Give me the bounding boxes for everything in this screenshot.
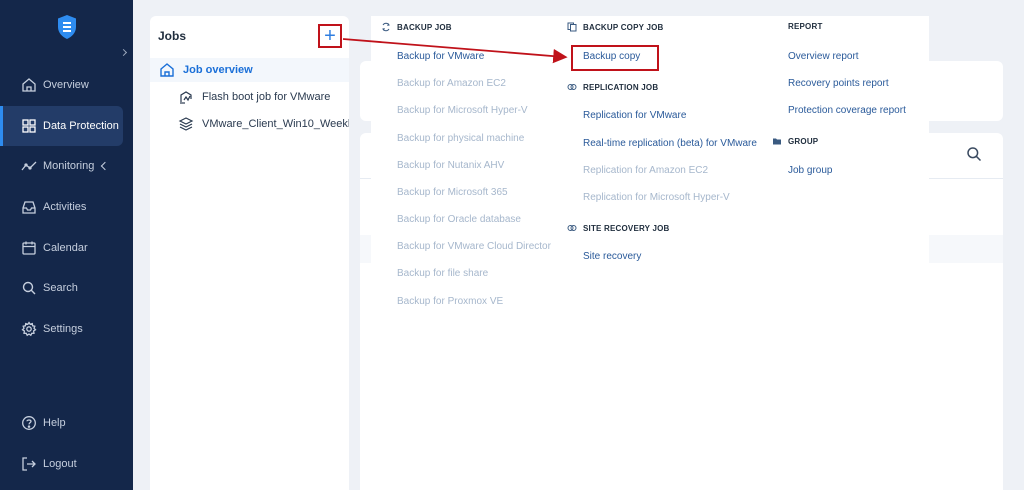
logout-icon [22,457,36,471]
menu-item-backup-file-share[interactable]: Backup for file share [397,268,488,279]
sidebar-item-search[interactable]: Search [0,268,133,308]
sidebar-item-calendar[interactable]: Calendar [0,228,133,268]
sidebar-item-label: Logout [43,458,77,470]
menu-item-backup-oracle[interactable]: Backup for Oracle database [397,214,521,225]
tree-item-label: Job overview [183,64,253,76]
backup-copy-icon [567,22,577,32]
menu-item-backup-amazon-ec2[interactable]: Backup for Amazon EC2 [397,78,506,89]
help-icon [22,416,36,430]
search-icon[interactable] [966,146,982,162]
site-recovery-job-heading: SITE RECOVERY JOB [567,223,670,233]
sidebar-item-settings[interactable]: Settings [0,309,133,349]
sidebar-item-label: Search [43,282,78,294]
menu-item-backup-hyper-v[interactable]: Backup for Microsoft Hyper-V [397,105,528,116]
sidebar-item-label: Settings [43,323,83,335]
folder-icon [773,138,781,145]
tree-item-vmware-client-job[interactable]: VMware_Client_Win10_Weekly_1-4 [178,115,349,133]
trend-icon [21,161,37,171]
home-icon [160,63,174,77]
menu-item-replication-ec2[interactable]: Replication for Amazon EC2 [583,165,708,176]
backup-job-heading: BACKUP JOB [381,22,452,32]
replication-job-heading: REPLICATION JOB [567,82,658,92]
menu-item-protection-coverage-report[interactable]: Protection coverage report [788,105,906,116]
menu-item-realtime-replication[interactable]: Real-time replication (beta) for VMware [583,138,757,149]
sidebar-item-data-protection[interactable]: Data Protection [0,106,123,146]
home-icon [22,78,36,92]
backup-job-stack-icon [178,117,194,131]
search-icon [22,281,36,295]
sidebar-item-label: Calendar [43,242,88,254]
menu-item-backup-physical[interactable]: Backup for physical machine [397,133,524,144]
sidebar-item-overview[interactable]: Overview [0,65,133,105]
menu-item-job-group[interactable]: Job group [788,165,832,176]
tree-item-label: Flash boot job for VMware [202,91,331,103]
sidebar: Overview Data Protection Monitoring Acti… [0,0,133,490]
menu-item-backup-cloud-director[interactable]: Backup for VMware Cloud Director [397,241,551,252]
jobs-title: Jobs [158,29,187,43]
calendar-icon [22,241,36,255]
backup-job-icon [382,22,390,32]
chevron-left-icon [101,161,110,171]
menu-item-recovery-points-report[interactable]: Recovery points report [788,78,889,89]
flash-boot-job-icon [180,91,192,104]
sidebar-item-label: Monitoring [43,160,95,172]
menu-item-replication-vmware[interactable]: Replication for VMware [583,110,686,121]
tree-item-label: VMware_Client_Win10_Weekly_1-4 [202,118,349,130]
sidebar-item-label: Help [43,417,66,429]
grid-icon [22,119,36,133]
menu-item-backup-nutanix[interactable]: Backup for Nutanix AHV [397,160,504,171]
tree-item-flash-boot-job[interactable]: Flash boot job for VMware [178,88,349,106]
inbox-icon [22,201,36,214]
sidebar-item-activities[interactable]: Activities [0,187,133,227]
menu-item-backup-m365[interactable]: Backup for Microsoft 365 [397,187,508,198]
sidebar-item-logout[interactable]: Logout [0,444,133,484]
add-job-button[interactable]: + [318,24,342,48]
sidebar-item-help[interactable]: Help [0,403,133,443]
menu-item-backup-proxmox[interactable]: Backup for Proxmox VE [397,296,503,307]
replication-icon [567,84,577,90]
menu-item-replication-hyper-v[interactable]: Replication for Microsoft Hyper-V [583,192,730,203]
backup-copy-highlight [571,45,659,71]
report-heading: REPORT [788,22,823,31]
menu-item-site-recovery[interactable]: Site recovery [583,251,641,262]
sidebar-item-label: Activities [43,201,87,213]
sidebar-item-label: Overview [43,79,89,91]
sidebar-item-monitoring[interactable]: Monitoring [0,146,133,186]
menu-item-backup-vmware[interactable]: Backup for VMware [397,51,484,62]
shield-logo-icon [58,15,76,39]
tree-item-job-overview[interactable]: Job overview [150,58,349,82]
jobs-panel: Jobs + Job overview Flash boot job for V… [150,16,349,490]
menu-item-overview-report[interactable]: Overview report [788,51,859,62]
sidebar-item-label: Data Protection [43,120,119,132]
group-heading: GROUP [772,136,818,146]
gear-icon [21,321,37,337]
site-recovery-icon [567,225,577,231]
sidebar-collapse-icon[interactable] [119,48,128,57]
backup-copy-job-heading: BACKUP COPY JOB [567,22,664,32]
